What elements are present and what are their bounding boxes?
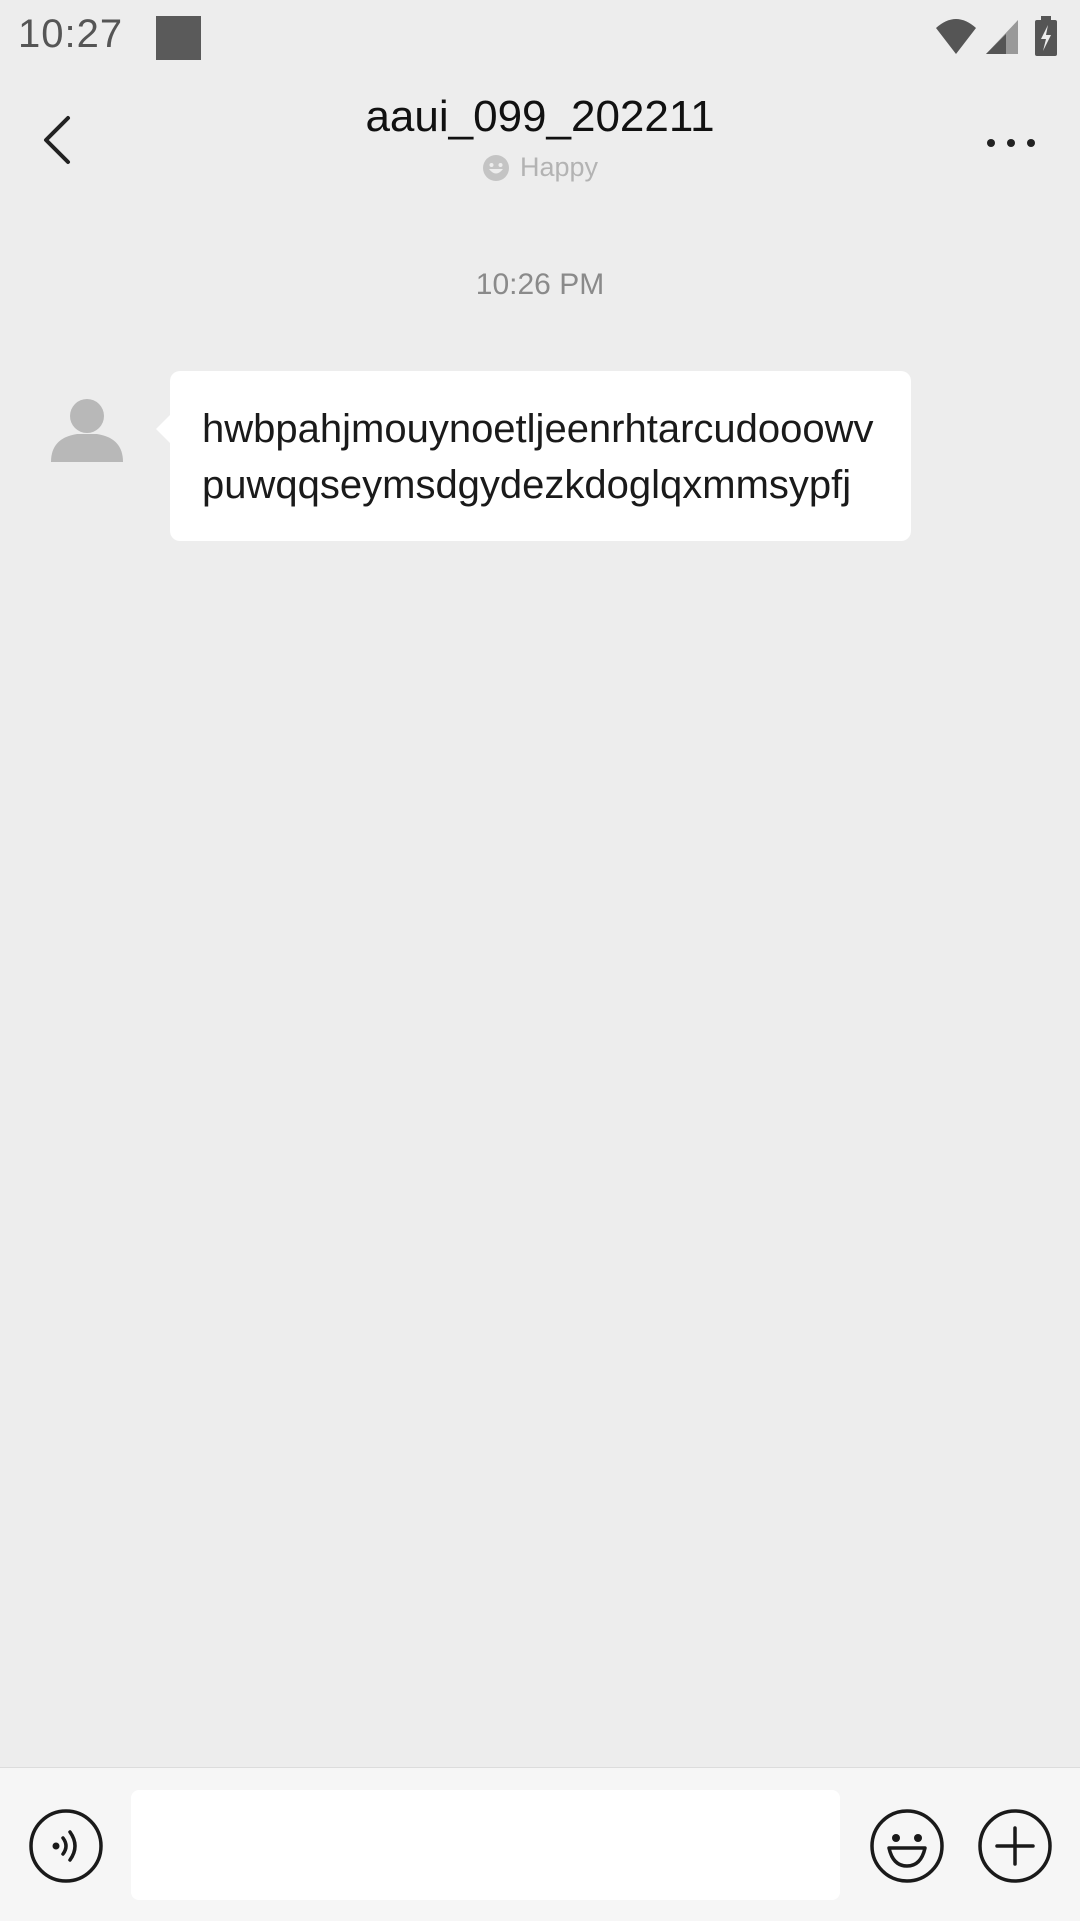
status-bar: 10:27 xyxy=(0,0,1080,72)
notification-square-icon xyxy=(156,16,201,60)
cell-signal-icon xyxy=(986,20,1018,54)
status-time: 10:27 xyxy=(18,12,124,56)
message-input[interactable] xyxy=(131,1790,840,1900)
mood-status: Happy xyxy=(0,152,1080,183)
mood-smiley-icon xyxy=(482,154,509,181)
chat-title: aaui_099_202211 xyxy=(365,92,715,141)
avatar[interactable] xyxy=(40,370,134,464)
default-avatar-icon xyxy=(51,399,123,462)
mood-label: Happy xyxy=(519,152,599,182)
status-icons xyxy=(934,16,1064,56)
message-timestamp: 10:26 PM xyxy=(475,268,605,301)
emoji-icon[interactable] xyxy=(869,1808,945,1884)
wifi-icon xyxy=(936,19,976,54)
chat-header: aaui_099_202211 Happy xyxy=(0,72,1080,202)
battery-charging-icon xyxy=(1035,16,1057,56)
plus-icon[interactable] xyxy=(977,1808,1053,1884)
voice-icon[interactable] xyxy=(28,1808,104,1884)
more-dots-icon xyxy=(987,139,1035,147)
message-bubble[interactable]: hwbpahjmouynoetljeenrhtarcudooowvpuwqqse… xyxy=(156,371,911,541)
more-options-button[interactable] xyxy=(966,108,1056,178)
input-bar xyxy=(0,1767,1080,1921)
